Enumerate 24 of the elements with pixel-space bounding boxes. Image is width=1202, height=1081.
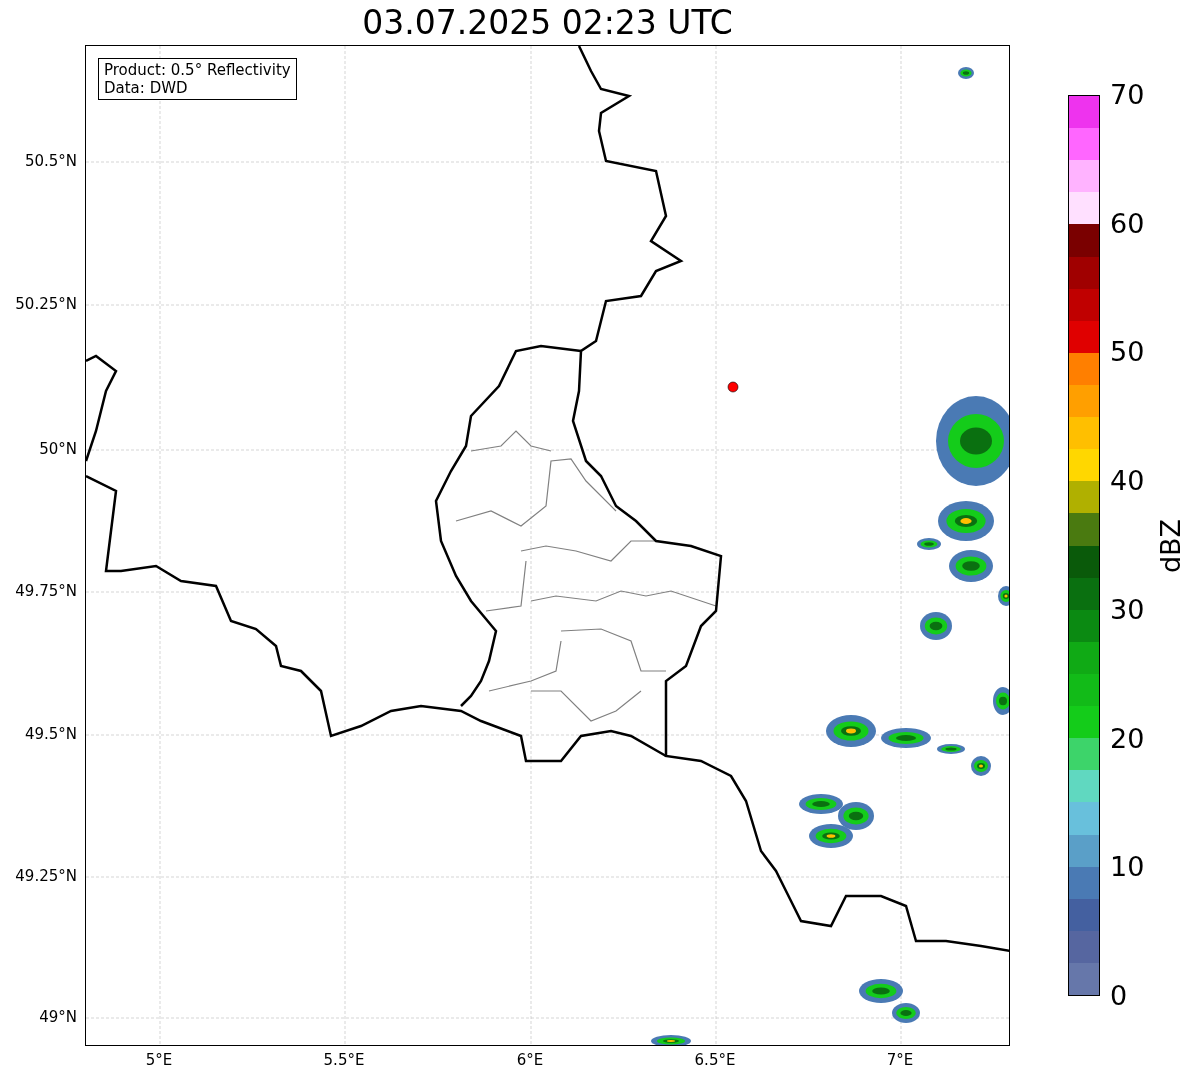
latitude-label: 50°N	[39, 440, 77, 458]
longitude-label: 6.5°E	[693, 1051, 737, 1069]
legend-text: Product: 0.5° Reflectivity	[104, 61, 291, 79]
latitude-label: 49.75°N	[15, 582, 77, 600]
colorbar-label: dBZ	[1156, 518, 1186, 573]
colorbar-tick-label: 50	[1110, 337, 1145, 368]
longitude-label: 7°E	[885, 1051, 915, 1069]
legend-text: Data: DWD	[104, 79, 189, 97]
chart-title: 03.07.2025 02:23 UTC	[361, 2, 734, 44]
latitude-label: 50.25°N	[15, 295, 77, 313]
colorbar-tick-label: 30	[1110, 594, 1145, 625]
colorbar-tick-label: 10	[1110, 852, 1145, 883]
latitude-label: 49.5°N	[24, 725, 77, 743]
colorbar-tick-label: 20	[1110, 723, 1145, 754]
colorbar-tick-label: 0	[1110, 981, 1128, 1011]
latitude-label: 50.5°N	[24, 152, 77, 170]
colorbar-tick-label: 70	[1110, 80, 1145, 110]
colorbar-tick-label: 60	[1110, 208, 1145, 239]
longitude-label: 5.5°E	[322, 1051, 366, 1069]
longitude-label: 6°E	[515, 1051, 545, 1069]
latitude-label: 49°N	[39, 1008, 77, 1026]
latitude-label: 49.25°N	[15, 867, 77, 885]
longitude-label: 5°E	[144, 1051, 174, 1069]
colorbar-tick-label: 40	[1110, 466, 1145, 497]
